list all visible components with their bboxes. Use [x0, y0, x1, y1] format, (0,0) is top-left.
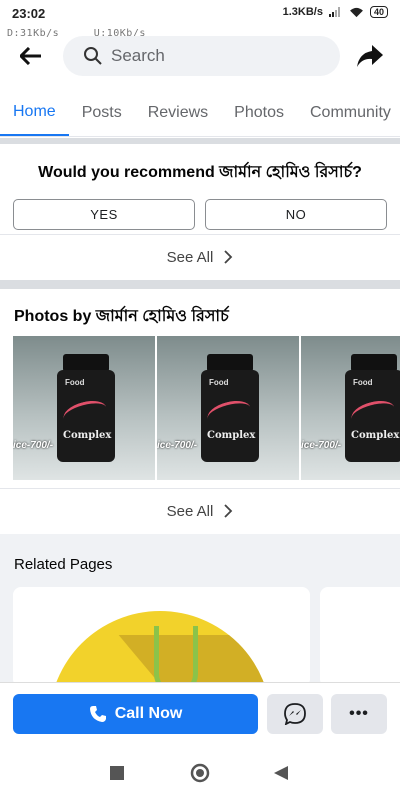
- photos-see-all[interactable]: See All: [0, 489, 400, 533]
- tab-home[interactable]: Home: [0, 89, 69, 136]
- status-time: 23:02: [12, 6, 46, 21]
- signal-icon: [328, 7, 343, 17]
- recommend-question: Would you recommend জার্মান হোমিও রিসার্…: [38, 164, 362, 181]
- search-icon: [84, 47, 102, 65]
- messenger-icon: [284, 703, 306, 725]
- system-nav-bar: [0, 744, 400, 800]
- related-page-card[interactable]: [320, 587, 400, 687]
- recommend-see-all[interactable]: See All: [0, 235, 400, 279]
- recommend-section: Would you recommend জার্মান হোমিও রিসার্…: [0, 145, 400, 233]
- page-tabs: Home Posts Reviews Photos Community: [0, 89, 400, 137]
- square-icon: [110, 766, 124, 780]
- photos-section-title: Photos by জার্মান হোমিও রিসার্চ: [14, 308, 229, 325]
- photo-price-text: ice-700/-: [157, 440, 198, 451]
- status-bar: 23:02 1.3KB/s 40: [0, 0, 400, 28]
- messenger-button[interactable]: [267, 694, 323, 734]
- product-bottle-image: Food Complex: [201, 354, 259, 462]
- tab-community[interactable]: Community: [297, 89, 400, 136]
- phone-icon: [89, 706, 106, 722]
- tab-photos[interactable]: Photos: [221, 89, 297, 136]
- action-bar: Call Now •••: [0, 682, 400, 744]
- back-button[interactable]: [14, 42, 48, 70]
- wifi-icon: [350, 7, 363, 17]
- photos-carousel[interactable]: Food Complex ice-700/- Food Complex ice-…: [13, 336, 400, 480]
- battery-icon: 40: [369, 6, 388, 18]
- search-box[interactable]: [63, 36, 340, 76]
- more-options-button[interactable]: •••: [331, 694, 387, 734]
- related-pages-title: Related Pages: [14, 556, 113, 573]
- photo-thumbnail[interactable]: Food Complex ice-700/-: [301, 336, 400, 480]
- home-button[interactable]: [189, 762, 211, 784]
- see-all-label: See All: [166, 248, 214, 266]
- photo-price-text: ice-700/-: [13, 440, 54, 451]
- section-divider: [0, 280, 400, 289]
- related-pages-section: Related Pages: [0, 534, 400, 687]
- call-now-button[interactable]: Call Now: [13, 694, 258, 734]
- triangle-back-icon: [274, 766, 288, 780]
- share-button[interactable]: [354, 40, 386, 72]
- chevron-right-icon: [224, 250, 233, 264]
- chevron-right-icon: [224, 504, 233, 518]
- net-speed: 1.3KB/s: [282, 6, 323, 18]
- related-page-card[interactable]: [13, 587, 310, 687]
- recommend-yes-button[interactable]: YES: [13, 199, 195, 230]
- photo-thumbnail[interactable]: Food Complex ice-700/-: [13, 336, 155, 480]
- search-input[interactable]: [111, 46, 311, 66]
- section-divider: [0, 138, 400, 144]
- top-bar: [0, 34, 400, 78]
- stethoscope-icon: [154, 626, 198, 687]
- product-bottle-image: Food Complex: [57, 354, 115, 462]
- photo-thumbnail[interactable]: Food Complex ice-700/-: [157, 336, 299, 480]
- product-bottle-image: Food Complex: [345, 354, 400, 462]
- related-page-cover-image: [49, 611, 271, 687]
- tab-posts[interactable]: Posts: [69, 89, 135, 136]
- recents-button[interactable]: [106, 762, 128, 784]
- circle-icon: [190, 763, 210, 783]
- back-nav-button[interactable]: [270, 762, 292, 784]
- status-indicators: 1.3KB/s 40: [283, 6, 388, 18]
- back-arrow-icon: [20, 47, 41, 65]
- recommend-no-button[interactable]: NO: [205, 199, 387, 230]
- share-icon: [357, 45, 383, 67]
- see-all-label: See All: [166, 502, 214, 520]
- photo-price-text: ice-700/-: [301, 440, 342, 451]
- tab-reviews[interactable]: Reviews: [135, 89, 221, 136]
- call-now-label: Call Now: [114, 705, 183, 722]
